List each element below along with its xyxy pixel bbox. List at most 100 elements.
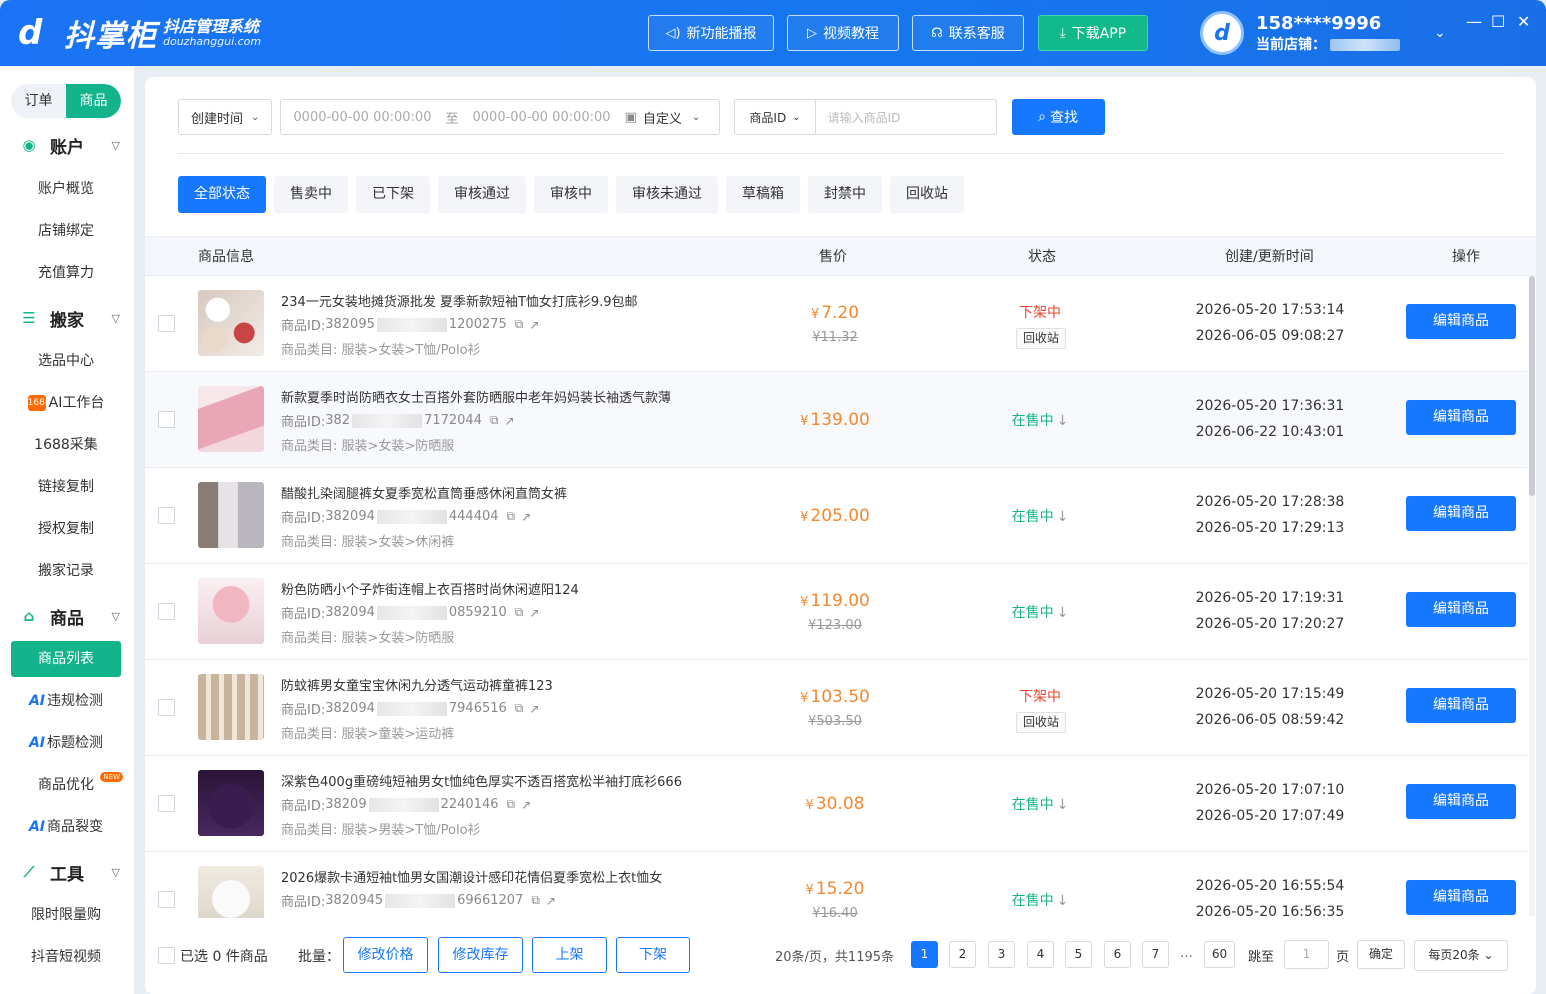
edit-product-button[interactable]: 编辑商品 [1406, 496, 1516, 531]
sidebar-item-douyin-video[interactable]: 抖音短视频 [11, 939, 121, 975]
row-checkbox[interactable] [158, 411, 175, 428]
tab-rejected[interactable]: 审核未通过 [616, 176, 718, 213]
row-checkbox[interactable] [158, 891, 175, 908]
new-features-button[interactable]: ◁) 新功能播报 [648, 15, 774, 51]
page-7[interactable]: 7 [1142, 941, 1169, 968]
edit-product-button[interactable]: 编辑商品 [1406, 592, 1516, 627]
product-title[interactable]: 醋酸扎染阔腿裤女夏季宽松直筒垂感休闲直筒女裤 [281, 483, 567, 502]
batch-edit-stock-button[interactable]: 修改库存 [438, 937, 523, 973]
copy-icon[interactable]: ⧉ [490, 413, 499, 428]
edit-product-button[interactable]: 编辑商品 [1406, 688, 1516, 723]
copy-icon[interactable]: ⧉ [531, 893, 540, 908]
edit-product-button[interactable]: 编辑商品 [1406, 304, 1516, 339]
arrow-down-icon[interactable]: ↓ [1057, 893, 1069, 909]
sidebar-item-shop-bind[interactable]: 店铺绑定 [11, 213, 121, 249]
contact-support-button[interactable]: ☊ 联系客服 [912, 15, 1024, 51]
user-menu[interactable]: d 158****9996 当前店铺： ⌄ [1200, 11, 1446, 55]
page-3[interactable]: 3 [988, 941, 1015, 968]
row-checkbox[interactable] [158, 315, 175, 332]
section-account[interactable]: ◉ 账户 ▽ [0, 127, 134, 163]
minimize-icon[interactable]: — [1466, 12, 1482, 31]
time-type-select[interactable]: 创建时间 ⌄ [178, 99, 273, 135]
arrow-down-icon[interactable]: ↓ [1057, 605, 1069, 621]
product-title[interactable]: 新款夏季时尚防晒衣女士百搭外套防晒服中老年妈妈装长袖透气款薄 [281, 387, 671, 406]
arrow-down-icon[interactable]: ↓ [1057, 509, 1069, 525]
sidebar-item-violation-check[interactable]: AI 违规检测 [11, 683, 121, 719]
batch-on-shelf-button[interactable]: 上架 [532, 937, 607, 973]
row-checkbox[interactable] [158, 699, 175, 716]
section-goods[interactable]: ⌂ 商品 ▽ [0, 598, 134, 634]
sidebar-item-move-records[interactable]: 搬家记录 [11, 553, 121, 589]
edit-product-button[interactable]: 编辑商品 [1406, 400, 1516, 435]
external-link-icon[interactable]: ↗ [521, 510, 531, 524]
page-1[interactable]: 1 [911, 941, 938, 968]
row-checkbox[interactable] [158, 507, 175, 524]
sidebar-item-recharge[interactable]: 充值算力 [11, 255, 121, 291]
row-checkbox[interactable] [158, 603, 175, 620]
tab-reviewing[interactable]: 审核中 [534, 176, 608, 213]
sidebar-item-select-center[interactable]: 选品中心 [11, 343, 121, 379]
search-button[interactable]: ⌕ 查找 [1011, 99, 1105, 135]
sidebar-item-1688-collect[interactable]: 1688采集 [11, 427, 121, 463]
product-title[interactable]: 234一元女装地摊货源批发 夏季新款短袖T恤女打底衫9.9包邮 [281, 291, 638, 310]
page-last[interactable]: 60 [1204, 941, 1235, 968]
close-icon[interactable]: ✕ [1517, 12, 1530, 31]
product-title[interactable]: 深紫色400g重磅纯短袖男女t恤纯色厚实不透百搭宽松半袖打底衫666 [281, 771, 682, 790]
chevron-down-icon[interactable]: ⌄ [1434, 25, 1446, 41]
toggle-orders[interactable]: 订单 [11, 84, 66, 118]
download-app-button[interactable]: ⤓ 下载APP [1038, 15, 1148, 51]
section-move[interactable]: ☰ 搬家 ▽ [0, 300, 134, 336]
sidebar-item-link-copy[interactable]: 链接复制 [11, 469, 121, 505]
batch-edit-price-button[interactable]: 修改价格 [343, 937, 428, 973]
tab-on-sale[interactable]: 售卖中 [274, 176, 348, 213]
copy-icon[interactable]: ⧉ [515, 317, 524, 332]
goods-id-input[interactable]: 请输入商品ID [814, 99, 997, 135]
product-thumbnail[interactable] [198, 386, 264, 452]
scrollbar-thumb[interactable] [1529, 276, 1535, 496]
product-thumbnail[interactable] [198, 290, 264, 356]
edit-product-button[interactable]: 编辑商品 [1406, 880, 1516, 915]
video-tutorial-button[interactable]: ▷ 视频教程 [787, 15, 899, 51]
external-link-icon[interactable]: ↗ [546, 894, 556, 908]
arrow-down-icon[interactable]: ↓ [1057, 413, 1069, 429]
product-thumbnail[interactable] [198, 674, 264, 740]
tab-all[interactable]: 全部状态 [178, 176, 266, 213]
tab-approved[interactable]: 审核通过 [438, 176, 526, 213]
tab-off-shelf[interactable]: 已下架 [356, 176, 430, 213]
section-tools[interactable]: ⟋ 工具 ▽ [0, 854, 134, 890]
toggle-goods[interactable]: 商品 [66, 84, 121, 118]
sidebar-item-goods-optimize[interactable]: 商品优化 NEW [11, 767, 123, 803]
external-link-icon[interactable]: ↗ [521, 798, 531, 812]
edit-product-button[interactable]: 编辑商品 [1406, 784, 1516, 819]
tab-recycle-bin[interactable]: 回收站 [890, 176, 964, 213]
external-link-icon[interactable]: ↗ [529, 702, 539, 716]
page-4[interactable]: 4 [1027, 941, 1054, 968]
page-5[interactable]: 5 [1065, 941, 1092, 968]
product-title[interactable]: 2026爆款卡通短袖t恤男女国潮设计感印花情侣夏季宽松上衣t恤女 [281, 867, 662, 886]
copy-icon[interactable]: ⧉ [507, 509, 516, 524]
arrow-down-icon[interactable]: ↓ [1057, 797, 1069, 813]
id-type-select[interactable]: 商品ID ⌄ [734, 99, 815, 135]
external-link-icon[interactable]: ↗ [505, 414, 515, 428]
sidebar-item-goods-list[interactable]: 商品列表 [11, 641, 121, 677]
sidebar-item-account-overview[interactable]: 账户概览 [11, 171, 121, 207]
maximize-icon[interactable]: ☐ [1491, 12, 1505, 31]
sidebar-item-ai-workbench[interactable]: 1688AI工作台 [11, 385, 121, 421]
batch-off-shelf-button[interactable]: 下架 [616, 937, 690, 973]
row-checkbox[interactable] [158, 795, 175, 812]
sidebar-item-limit-buy[interactable]: 限时限量购 [11, 897, 121, 933]
external-link-icon[interactable]: ↗ [529, 606, 539, 620]
copy-icon[interactable]: ⧉ [515, 701, 524, 716]
tab-banned[interactable]: 封禁中 [808, 176, 882, 213]
sidebar-item-goods-split[interactable]: AI 商品裂变 [11, 809, 121, 845]
jump-page-input[interactable]: 1 [1284, 940, 1329, 969]
sidebar-item-title-check[interactable]: AI 标题检测 [11, 725, 121, 761]
page-2[interactable]: 2 [949, 941, 976, 968]
product-thumbnail[interactable] [198, 482, 264, 548]
copy-icon[interactable]: ⧉ [507, 797, 516, 812]
sidebar-item-auth-copy[interactable]: 授权复制 [11, 511, 121, 547]
external-link-icon[interactable]: ↗ [529, 318, 539, 332]
jump-confirm-button[interactable]: 确定 [1357, 940, 1405, 969]
copy-icon[interactable]: ⧉ [515, 605, 524, 620]
product-title[interactable]: 防蚊裤男女童宝宝休闲九分透气运动裤童裤123 [281, 675, 553, 694]
